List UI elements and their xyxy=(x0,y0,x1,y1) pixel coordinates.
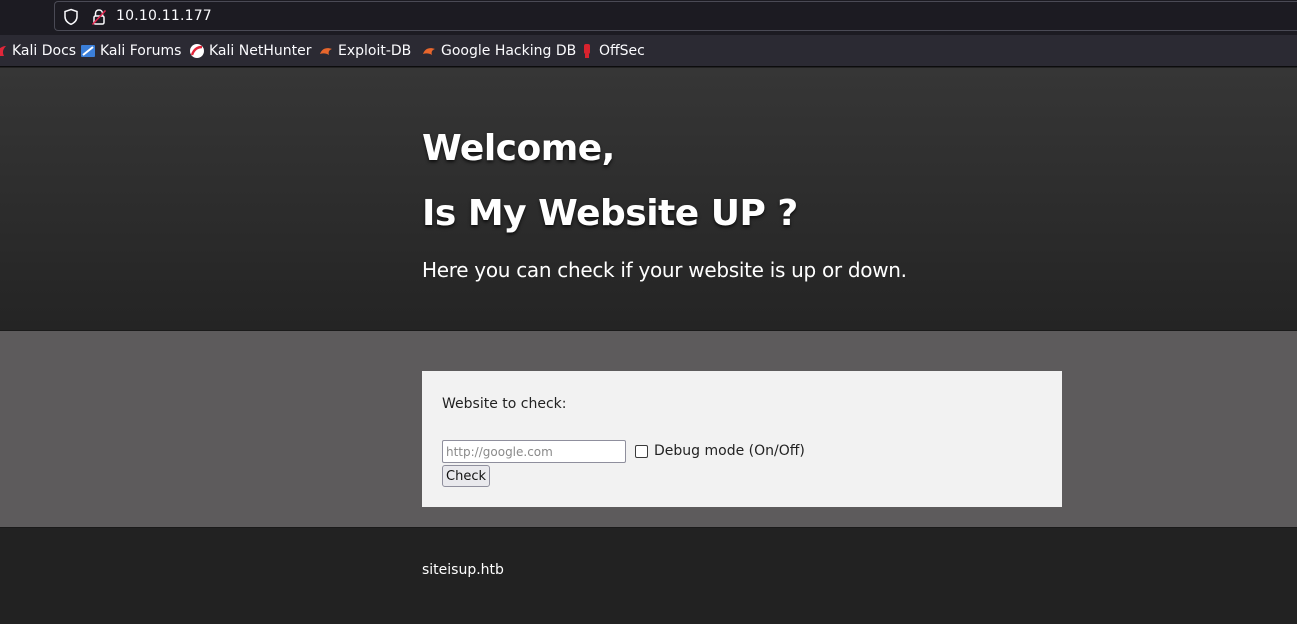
check-section: Website to check: Debug mode (On/Off) Ch… xyxy=(0,331,1297,527)
browser-toolbar: 10.10.11.177 xyxy=(0,0,1297,35)
offsec-icon xyxy=(584,44,590,58)
hero-section: Welcome, Is My Website UP ? Here you can… xyxy=(0,68,1297,330)
bookmark-google-hacking-db[interactable]: Google Hacking DB xyxy=(421,42,576,60)
url-text[interactable]: 10.10.11.177 xyxy=(116,8,212,24)
bookmark-label: Kali Forums xyxy=(100,43,182,59)
welcome-heading: Welcome, xyxy=(422,128,615,169)
website-url-input[interactable] xyxy=(442,440,626,463)
bookmark-label: Google Hacking DB xyxy=(441,43,577,59)
hero-lead-text: Here you can check if your website is up… xyxy=(422,258,907,282)
bookmark-kali-docs[interactable]: Kali Docs xyxy=(0,42,76,60)
debug-mode-label[interactable]: Debug mode (On/Off) xyxy=(654,443,805,459)
bookmark-label: Kali NetHunter xyxy=(209,43,312,59)
check-button[interactable]: Check xyxy=(442,465,490,487)
bookmark-label: Exploit-DB xyxy=(338,43,412,59)
bookmark-label: Kali Docs xyxy=(12,43,77,59)
address-bar[interactable]: 10.10.11.177 xyxy=(54,1,1297,31)
bookmark-offsec[interactable]: OffSec xyxy=(579,42,645,60)
site-title-heading: Is My Website UP ? xyxy=(422,193,798,234)
bookmark-label: OffSec xyxy=(599,43,645,59)
exploit-db-icon xyxy=(320,48,332,55)
footer-domain-text: siteisup.htb xyxy=(422,562,504,578)
kali-forums-icon xyxy=(81,45,95,57)
shield-icon[interactable] xyxy=(63,8,79,26)
check-form-card: Website to check: Debug mode (On/Off) Ch… xyxy=(422,371,1062,507)
bookmark-exploit-db[interactable]: Exploit-DB xyxy=(318,42,411,60)
page-footer: siteisup.htb xyxy=(0,528,1297,624)
debug-mode-checkbox[interactable] xyxy=(635,445,648,458)
kali-dragon-red-icon xyxy=(0,46,6,56)
website-to-check-label: Website to check: xyxy=(442,396,567,412)
bookmark-kali-forums[interactable]: Kali Forums xyxy=(80,42,181,60)
kali-nethunter-icon xyxy=(190,44,204,58)
bookmarks-toolbar: Kali Docs Kali Forums Kali NetHunter Exp… xyxy=(0,35,1297,67)
bookmark-kali-nethunter[interactable]: Kali NetHunter xyxy=(189,42,311,60)
exploit-db-icon xyxy=(423,48,435,55)
insecure-lock-icon[interactable] xyxy=(91,8,107,26)
